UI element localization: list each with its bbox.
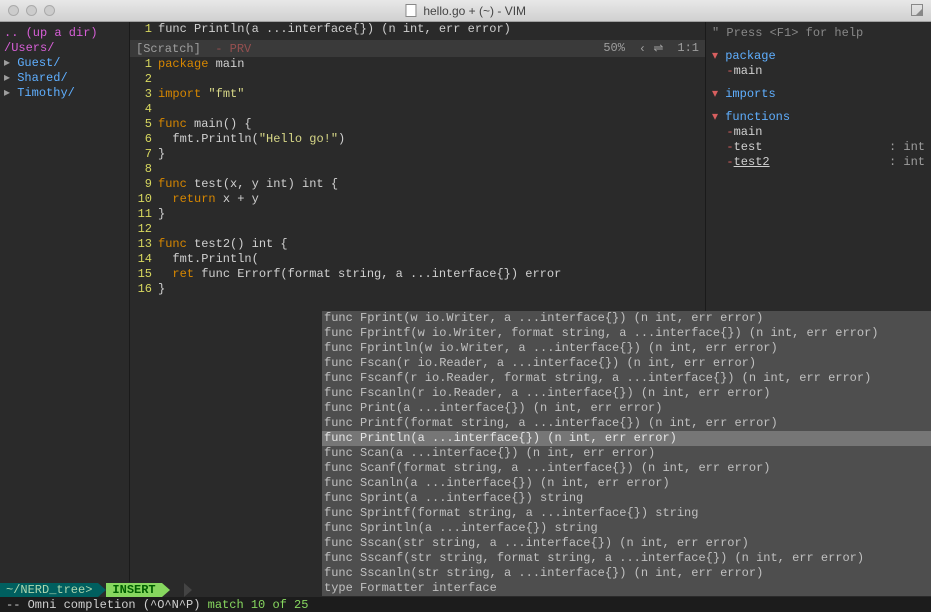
minimize-icon[interactable] bbox=[26, 5, 37, 16]
line-number: 12 bbox=[130, 222, 152, 237]
completion-item[interactable]: func Println(a ...interface{}) (n int, e… bbox=[322, 431, 931, 446]
completion-item[interactable]: func Sprintln(a ...interface{}) string bbox=[322, 521, 931, 536]
source-line[interactable]: func test2() int { bbox=[158, 237, 705, 252]
line-number: 4 bbox=[130, 102, 152, 117]
completion-item[interactable]: func Fprintln(w io.Writer, a ...interfac… bbox=[322, 341, 931, 356]
source-line[interactable]: } bbox=[158, 207, 705, 222]
source-line[interactable]: fmt.Println("Hello go!") bbox=[158, 132, 705, 147]
segment-arrow-icon bbox=[98, 583, 106, 597]
segment-arrow-icon bbox=[184, 583, 192, 597]
expand-icon[interactable] bbox=[911, 4, 923, 16]
tagbar-item[interactable]: -test2: int bbox=[712, 155, 925, 170]
source-line[interactable] bbox=[158, 102, 705, 117]
completion-item[interactable]: func Fprint(w io.Writer, a ...interface{… bbox=[322, 311, 931, 326]
zoom-icon[interactable] bbox=[44, 5, 55, 16]
completion-item[interactable]: func Scanf(format string, a ...interface… bbox=[322, 461, 931, 476]
source-line[interactable]: return x + y bbox=[158, 192, 705, 207]
completion-item[interactable]: func Fscan(r io.Reader, a ...interface{}… bbox=[322, 356, 931, 371]
tree-dir[interactable]: ▸ Guest/ bbox=[4, 56, 125, 71]
buffer-sym: ‹ ⇌ bbox=[639, 41, 663, 56]
source-line[interactable]: package main bbox=[158, 57, 705, 72]
source-line[interactable] bbox=[158, 162, 705, 177]
source-line[interactable]: } bbox=[158, 147, 705, 162]
line-number: 9 bbox=[130, 177, 152, 192]
source-line[interactable] bbox=[158, 72, 705, 87]
completion-item[interactable]: func Fprintf(w io.Writer, format string,… bbox=[322, 326, 931, 341]
completion-item[interactable]: func Scan(a ...interface{}) (n int, err … bbox=[322, 446, 931, 461]
buffer-percent: 50% bbox=[603, 41, 625, 56]
completion-item[interactable]: func Sscanln(str string, a ...interface{… bbox=[322, 566, 931, 581]
completion-item[interactable]: type Formatter interface bbox=[322, 581, 931, 596]
message-status-line: -- Omni completion (^O^N^P) match 10 of … bbox=[0, 597, 931, 612]
source-line[interactable]: } bbox=[158, 282, 705, 297]
completion-item[interactable]: func Sscanf(str string, format string, a… bbox=[322, 551, 931, 566]
window-title: hello.go + (~) - VIM bbox=[405, 4, 526, 18]
line-number: 7 bbox=[130, 147, 152, 162]
tree-up-dir[interactable]: .. (up a dir) bbox=[4, 26, 125, 41]
nerdtree-segment: ~/NERD_tree> bbox=[0, 583, 98, 597]
completion-item[interactable]: func Print(a ...interface{}) (n int, err… bbox=[322, 401, 931, 416]
window-title-bar: hello.go + (~) - VIM bbox=[0, 0, 931, 22]
line-number: 15 bbox=[130, 267, 152, 282]
line-number: 6 bbox=[130, 132, 152, 147]
buffer-flag: - PRV bbox=[215, 42, 251, 56]
source-line[interactable]: ret func Errorf(format string, a ...inte… bbox=[158, 267, 705, 282]
line-number: 8 bbox=[130, 162, 152, 177]
tree-dir[interactable]: ▸ Shared/ bbox=[4, 71, 125, 86]
line-number: 1 bbox=[130, 57, 152, 72]
window-title-text: hello.go + (~) - VIM bbox=[423, 4, 526, 18]
line-number: 5 bbox=[130, 117, 152, 132]
source-line[interactable]: fmt.Println( bbox=[158, 252, 705, 267]
close-icon[interactable] bbox=[8, 5, 19, 16]
completion-item[interactable]: func Sprintf(format string, a ...interfa… bbox=[322, 506, 931, 521]
completion-item[interactable]: func Printf(format string, a ...interfac… bbox=[322, 416, 931, 431]
source-line[interactable]: func main() { bbox=[158, 117, 705, 132]
buffer-name: [Scratch] bbox=[136, 42, 201, 56]
completion-item[interactable]: func Scanln(a ...interface{}) (n int, er… bbox=[322, 476, 931, 491]
completion-item[interactable]: func Fscanf(r io.Reader, format string, … bbox=[322, 371, 931, 386]
tagbar-help: " Press <F1> for help bbox=[712, 26, 925, 41]
line-number: 11 bbox=[130, 207, 152, 222]
preview-line-number: 1 bbox=[130, 22, 158, 40]
tagbar-section-header[interactable]: ▾ package bbox=[712, 49, 925, 64]
tree-root[interactable]: /Users/ bbox=[4, 41, 125, 56]
completion-item[interactable]: func Sprint(a ...interface{}) string bbox=[322, 491, 931, 506]
line-number: 16 bbox=[130, 282, 152, 297]
line-number-gutter: 12345678910111213141516 bbox=[130, 57, 158, 592]
tagbar-item[interactable]: -test: int bbox=[712, 140, 925, 155]
tagbar-section-header[interactable]: ▾ functions bbox=[712, 110, 925, 125]
source-line[interactable]: import "fmt" bbox=[158, 87, 705, 102]
line-number: 3 bbox=[130, 87, 152, 102]
buffer-status-bar: [Scratch] - PRV 50% ‹ ⇌ 1:1 bbox=[130, 40, 705, 57]
line-number: 14 bbox=[130, 252, 152, 267]
preview-code: func Println(a ...interface{}) (n int, e… bbox=[158, 22, 705, 40]
traffic-lights bbox=[0, 5, 55, 16]
tagbar-item[interactable]: -main bbox=[712, 125, 925, 140]
line-number: 13 bbox=[130, 237, 152, 252]
buffer-pos: 1:1 bbox=[677, 41, 699, 56]
completion-match-count: match 10 of 25 bbox=[208, 598, 309, 612]
segment-arrow-icon bbox=[162, 583, 170, 597]
tree-dir[interactable]: ▸ Timothy/ bbox=[4, 86, 125, 101]
line-number: 10 bbox=[130, 192, 152, 207]
tagbar-item[interactable]: -main bbox=[712, 64, 925, 79]
tagbar-section-header[interactable]: ▾ imports bbox=[712, 87, 925, 102]
preview-buffer: 1 func Println(a ...interface{}) (n int,… bbox=[130, 22, 705, 40]
file-tree-panel[interactable]: .. (up a dir) /Users/ ▸ Guest/▸ Shared/▸… bbox=[0, 22, 130, 592]
completion-msg-prefix: -- Omni completion (^O^N^P) bbox=[6, 598, 208, 612]
document-icon bbox=[405, 4, 416, 17]
line-number: 2 bbox=[130, 72, 152, 87]
source-line[interactable] bbox=[158, 222, 705, 237]
completion-popup[interactable]: func Fprint(w io.Writer, a ...interface{… bbox=[322, 311, 931, 596]
completion-item[interactable]: func Fscanln(r io.Reader, a ...interface… bbox=[322, 386, 931, 401]
source-line[interactable]: func test(x, y int) int { bbox=[158, 177, 705, 192]
completion-item[interactable]: func Sscan(str string, a ...interface{})… bbox=[322, 536, 931, 551]
mode-segment: INSERT bbox=[106, 583, 161, 597]
